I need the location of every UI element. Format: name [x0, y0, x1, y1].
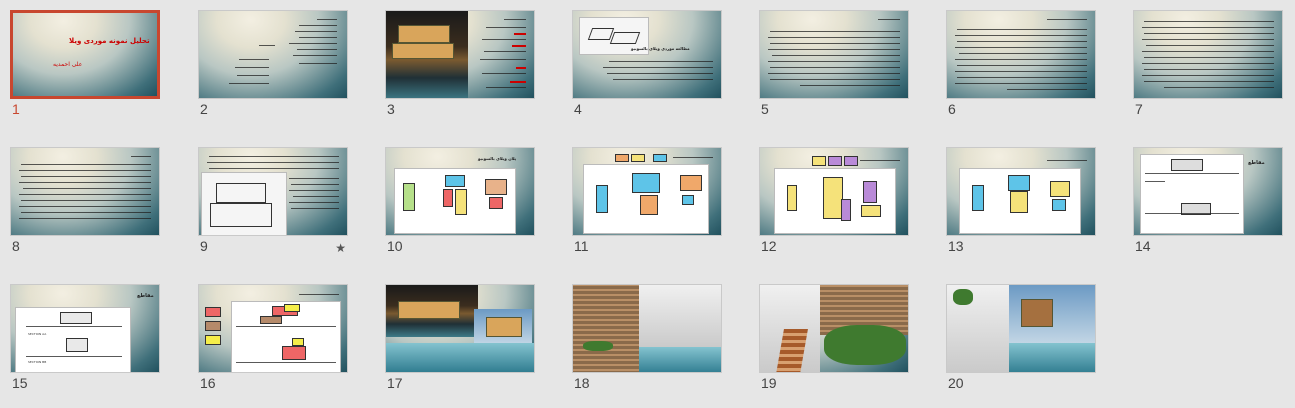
slide-thumbnail-4[interactable]: مطالعه موردی ویلای بالسونیو 4: [572, 10, 722, 130]
slide-thumbnail-7[interactable]: 7: [1133, 10, 1283, 130]
slide-thumbnail-10[interactable]: پلان ویلای بالسونیو 10: [385, 147, 535, 267]
slide-16-preview[interactable]: [198, 284, 348, 373]
slide-number-19: 19: [761, 375, 777, 391]
slide-1-preview[interactable]: تحلیل نمونه موردی ویلا علی احمدیه: [10, 10, 160, 99]
slide-15-preview[interactable]: مقاطع SECTION AA SECTION BB: [10, 284, 160, 373]
slide-5-preview[interactable]: [759, 10, 909, 99]
floor-plan-panel: [583, 164, 709, 234]
slide-thumbnail-3[interactable]: 3: [385, 10, 535, 130]
slide-number-16: 16: [200, 375, 216, 391]
slide-thumbnail-9[interactable]: 9 ★: [198, 147, 348, 267]
slide-19-preview[interactable]: [759, 284, 909, 373]
slide-13-preview[interactable]: [946, 147, 1096, 236]
slide-17-preview[interactable]: [385, 284, 535, 373]
slide-6-preview[interactable]: [946, 10, 1096, 99]
slide-number-3: 3: [387, 101, 395, 117]
slide-1-title: تحلیل نمونه موردی ویلا: [69, 37, 150, 45]
slide-number-17: 17: [387, 375, 403, 391]
slide-number-11: 11: [574, 238, 589, 254]
slide-number-1: 1: [12, 101, 20, 117]
slide-20-preview[interactable]: [946, 284, 1096, 373]
slide-18-preview[interactable]: [572, 284, 722, 373]
slide-10-preview[interactable]: پلان ویلای بالسونیو: [385, 147, 535, 236]
slide-thumbnail-6[interactable]: 6: [946, 10, 1096, 130]
slide-8-preview[interactable]: [10, 147, 160, 236]
floor-plan-panel: [959, 168, 1081, 234]
floor-plan-panel: [394, 168, 516, 234]
slide-thumbnail-13[interactable]: 13: [946, 147, 1096, 267]
section-aa-caption: SECTION AA: [28, 332, 47, 336]
slide-14-heading: مقاطع: [1248, 160, 1265, 166]
slide-number-5: 5: [761, 101, 769, 117]
section-drawings-panel: [231, 301, 341, 372]
slide-number-15: 15: [12, 375, 28, 391]
slide-thumbnail-14[interactable]: مقاطع 14: [1133, 147, 1283, 267]
slide-thumbnail-12[interactable]: 12: [759, 147, 909, 267]
slide-11-preview[interactable]: [572, 147, 722, 236]
slide-number-8: 8: [12, 238, 20, 254]
section-bb-caption: SECTION BB: [28, 360, 47, 364]
slide-thumbnail-5[interactable]: 5: [759, 10, 909, 130]
slide-number-13: 13: [948, 238, 964, 254]
slide-number-20: 20: [948, 375, 964, 391]
slide-2-preview[interactable]: [198, 10, 348, 99]
animation-star-icon: ★: [335, 241, 346, 255]
slide-number-7: 7: [1135, 101, 1143, 117]
slide-4-preview[interactable]: مطالعه موردی ویلای بالسونیو: [572, 10, 722, 99]
slide-9-preview[interactable]: [198, 147, 348, 236]
slide-1-subtitle: علی احمدیه: [53, 61, 83, 68]
slide-number-18: 18: [574, 375, 590, 391]
slide-10-heading: پلان ویلای بالسونیو: [478, 156, 517, 161]
slide-thumbnail-2[interactable]: 2: [198, 10, 348, 130]
slide-12-preview[interactable]: [759, 147, 909, 236]
slide-number-10: 10: [387, 238, 403, 254]
slide-thumbnail-19[interactable]: 19: [759, 284, 909, 404]
slide-3-preview[interactable]: [385, 10, 535, 99]
slide-thumbnail-15[interactable]: مقاطع SECTION AA SECTION BB 15: [10, 284, 160, 404]
slide-4-heading: مطالعه موردی ویلای بالسونیو: [631, 46, 690, 51]
slide-7-preview[interactable]: [1133, 10, 1283, 99]
slide-number-6: 6: [948, 101, 956, 117]
building-sketch: [201, 172, 287, 235]
interior-photo: [639, 285, 721, 349]
slide-thumbnail-20[interactable]: 20: [946, 284, 1096, 404]
slide-number-4: 4: [574, 101, 582, 117]
section-drawings-panel: SECTION AA SECTION BB: [15, 307, 131, 372]
slide-thumbnail-17[interactable]: 17: [385, 284, 535, 404]
slide-15-heading: مقاطع: [137, 293, 154, 299]
slide-14-preview[interactable]: مقاطع: [1133, 147, 1283, 236]
slide-thumbnail-1[interactable]: تحلیل نمونه موردی ویلا علی احمدیه 1: [10, 10, 160, 130]
slide-number-2: 2: [200, 101, 208, 117]
slide-thumbnail-18[interactable]: 18: [572, 284, 722, 404]
slide-number-14: 14: [1135, 238, 1151, 254]
brick-wall-photo: [573, 285, 639, 372]
slide-thumbnail-16[interactable]: 16: [198, 284, 348, 404]
floor-plan-panel: [774, 168, 896, 234]
slide-number-12: 12: [761, 238, 777, 254]
slide-thumbnail-11[interactable]: 11: [572, 147, 722, 267]
section-drawings-panel: [1140, 154, 1244, 234]
slide-number-9: 9: [200, 238, 208, 254]
slide-thumbnail-8[interactable]: 8: [10, 147, 160, 267]
